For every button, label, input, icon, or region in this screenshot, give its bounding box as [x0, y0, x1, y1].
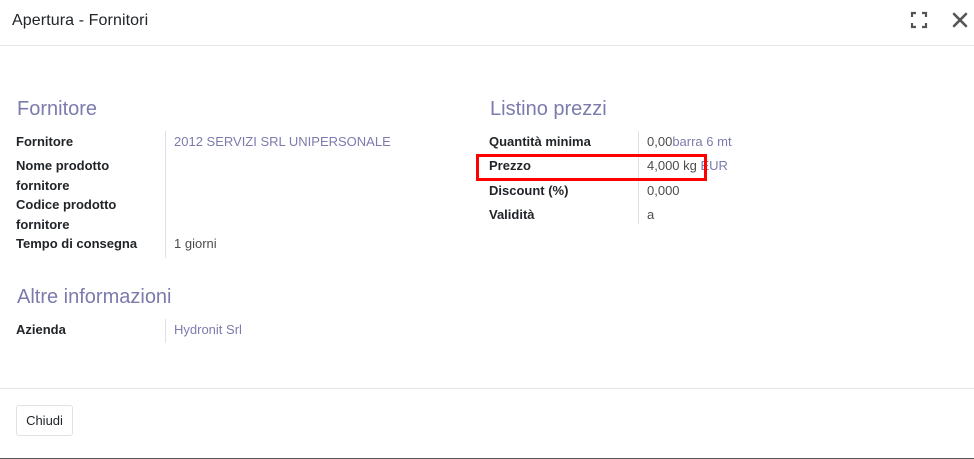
azienda-link[interactable]: Hydronit Srl: [174, 320, 242, 340]
modal-footer: [0, 388, 974, 458]
tempo-consegna-value: 1 giorni: [174, 236, 217, 251]
quantita-minima-value: 0,00barra 6 mt: [647, 132, 732, 152]
codice-prodotto-label: Codice prodotto: [16, 197, 117, 212]
quantita-unit-link[interactable]: barra 6 mt: [672, 134, 731, 149]
modal-title: Apertura - Fornitori: [12, 12, 149, 29]
quantita-minima-label: Quantità minima: [489, 134, 591, 149]
expand-icon[interactable]: [909, 10, 929, 30]
fornitore-label: Fornitore: [16, 134, 74, 149]
quantita-number: 0,00: [647, 134, 673, 149]
discount-label: Discount (%): [489, 183, 569, 198]
discount-value: 0,000: [647, 183, 680, 198]
section-title-fornitore: Fornitore: [17, 98, 98, 120]
nome-prodotto-label: Nome prodotto: [16, 158, 110, 173]
validita-label: Validità: [489, 207, 535, 222]
field-divider: [165, 131, 166, 258]
validita-value: a: [647, 207, 655, 222]
close-button[interactable]: Chiudi: [16, 405, 73, 436]
close-icon[interactable]: [950, 10, 970, 30]
tempo-consegna-label: Tempo di consegna: [16, 236, 138, 251]
nome-prodotto-label-line2: fornitore: [16, 178, 70, 193]
fornitore-link[interactable]: 2012 SERVIZI SRL UNIPERSONALE: [174, 132, 391, 152]
azienda-label: Azienda: [16, 322, 66, 337]
field-divider: [165, 319, 166, 343]
section-title-altre: Altre informazioni: [17, 286, 172, 308]
modal-header: Apertura - Fornitori: [0, 0, 974, 46]
codice-prodotto-label-line2: fornitore: [16, 217, 70, 232]
section-title-listino: Listino prezzi: [490, 98, 607, 120]
price-highlight-box: [476, 154, 707, 181]
